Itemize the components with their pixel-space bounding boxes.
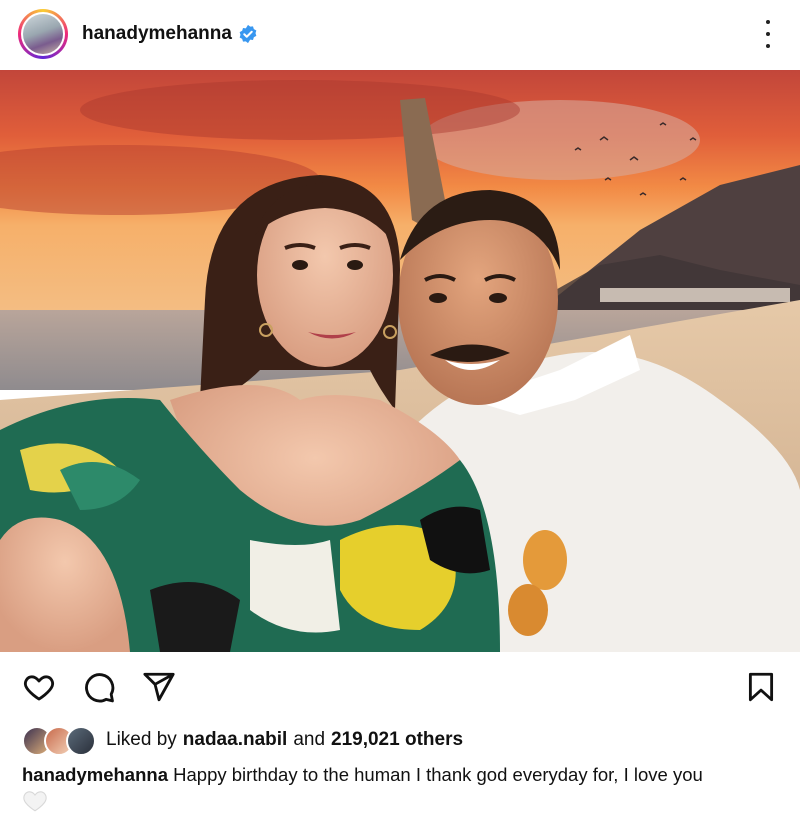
post-caption: hanadymehanna Happy birthday to the huma… — [22, 763, 792, 787]
caption-username[interactable]: hanadymehanna — [22, 764, 168, 785]
post-photo[interactable] — [0, 70, 800, 652]
comment-icon[interactable] — [82, 670, 116, 704]
heart-icon[interactable] — [22, 670, 56, 704]
avatar[interactable] — [23, 14, 63, 54]
likes-joiner: and — [293, 729, 326, 750]
white-heart-emoji — [23, 791, 47, 812]
caption-text: Happy birthday to the human I thank god … — [173, 764, 703, 785]
likes-prefix: Liked by — [106, 729, 177, 750]
avatar-story-ring[interactable] — [18, 9, 68, 59]
likes-count[interactable]: 219,021 others — [331, 729, 463, 751]
post-header: hanadymehanna — [0, 0, 800, 68]
avatar — [66, 726, 96, 756]
verified-badge-icon — [239, 24, 257, 44]
likes-row[interactable]: Liked by nadaa.nabil and 219,021 others — [22, 725, 463, 756]
post-action-bar — [0, 660, 800, 712]
liked-by-user[interactable]: nadaa.nabil — [183, 729, 288, 751]
liker-avatars — [22, 726, 100, 756]
post-image — [0, 70, 800, 652]
share-icon[interactable] — [142, 670, 176, 704]
more-options-icon[interactable] — [758, 20, 778, 48]
post-username[interactable]: hanadymehanna — [82, 23, 232, 45]
bookmark-icon[interactable] — [744, 670, 778, 704]
